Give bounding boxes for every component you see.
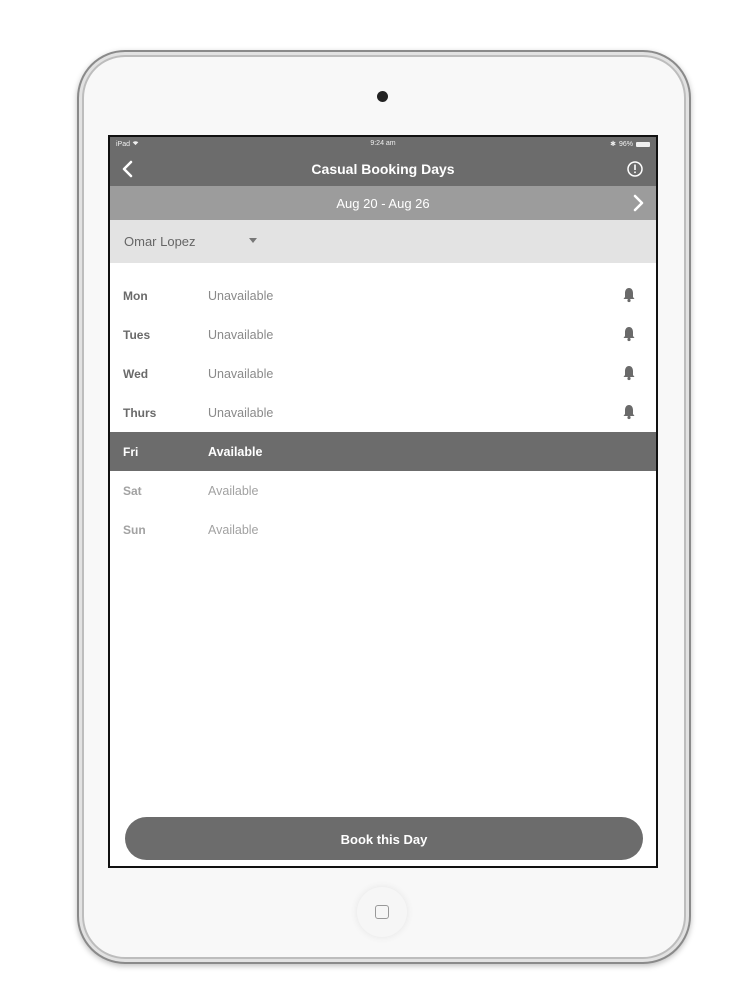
person-name: Omar Lopez [124,234,196,249]
screen: iPad 9:24 am ✱ 96% Casual Booking Days A… [108,135,658,868]
caret-down-icon[interactable] [248,237,258,245]
chevron-right-icon[interactable] [628,193,648,213]
day-name: Fri [123,445,139,459]
day-status: Unavailable [208,328,274,342]
day-status: Available [208,484,259,498]
day-row-sat[interactable]: Sat Available [110,471,656,510]
book-this-day-button[interactable]: Book this Day [125,817,643,860]
home-button[interactable] [357,887,407,937]
day-row-thurs[interactable]: Thurs Unavailable [110,393,656,432]
bell-icon[interactable] [622,365,636,381]
day-name: Sat [123,484,142,498]
day-row-mon[interactable]: Mon Unavailable [110,276,656,315]
day-row-fri[interactable]: Fri Available [110,432,656,471]
day-status: Available [208,445,263,459]
day-status: Unavailable [208,406,274,420]
bluetooth-icon: ✱ [610,141,616,148]
person-selector[interactable]: Omar Lopez [110,220,656,263]
week-selector: Aug 20 - Aug 26 [110,186,656,220]
day-row-wed[interactable]: Wed Unavailable [110,354,656,393]
status-bar: iPad 9:24 am ✱ 96% [110,137,656,152]
battery-icon [636,141,650,147]
camera [377,91,388,102]
week-range: Aug 20 - Aug 26 [336,196,430,211]
day-status: Unavailable [208,289,274,303]
status-right: ✱ 96% [610,140,650,148]
navigation-bar: Casual Booking Days [110,152,656,186]
battery-percent: 96% [618,140,633,148]
bell-icon[interactable] [622,404,636,420]
bell-icon[interactable] [622,326,636,342]
day-row-tues[interactable]: Tues Unavailable [110,315,656,354]
bell-icon[interactable] [622,287,636,303]
status-time: 9:24 am [370,140,396,147]
day-status: Unavailable [208,367,274,381]
day-name: Mon [123,289,148,303]
day-row-sun[interactable]: Sun Available [110,510,656,549]
day-name: Thurs [123,406,157,420]
home-square-icon [375,905,389,919]
page-title: Casual Booking Days [311,161,455,177]
day-name: Tues [123,328,151,342]
day-name: Sun [123,523,146,537]
day-list: Mon Unavailable Tues Unavailable Wed Unavaila… [110,276,656,549]
day-name: Wed [123,367,149,381]
day-status: Available [208,523,259,537]
info-circle-icon[interactable] [626,160,644,178]
